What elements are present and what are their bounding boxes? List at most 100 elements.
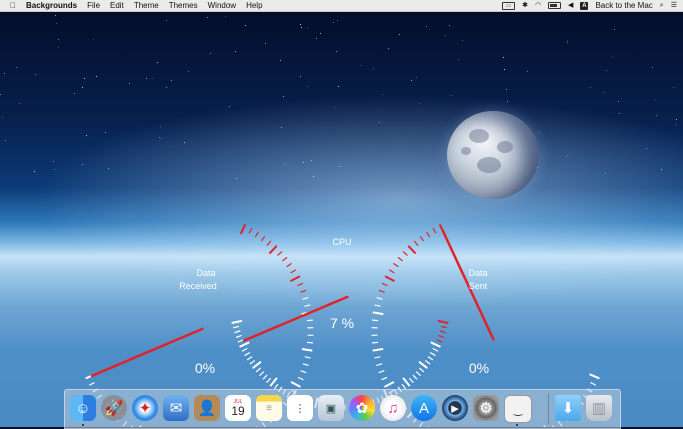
gauge-tick bbox=[256, 232, 259, 236]
gauge-tick bbox=[398, 258, 402, 261]
gauge-tick bbox=[260, 372, 264, 375]
itunes-icon[interactable]: ♫ bbox=[380, 395, 406, 421]
gauge-tick bbox=[305, 305, 310, 306]
gauge-tick bbox=[275, 385, 278, 389]
gauge-tick bbox=[267, 241, 270, 245]
gauge-tick bbox=[431, 353, 435, 356]
gauge-tick bbox=[377, 298, 382, 300]
gauge-tick bbox=[278, 252, 282, 255]
gauge-tick bbox=[232, 321, 241, 323]
gauge-tick bbox=[267, 379, 270, 383]
gauge-tick bbox=[298, 283, 303, 285]
gauge-tick bbox=[590, 375, 598, 379]
gauge-tick bbox=[410, 379, 413, 383]
notes-icon[interactable]: ≡ bbox=[256, 395, 282, 421]
dock-separator bbox=[548, 394, 549, 424]
gauge-tick bbox=[298, 378, 303, 380]
gauge-tick bbox=[415, 241, 418, 245]
gauge-tick bbox=[426, 361, 430, 364]
reminders-icon[interactable]: ⋮ bbox=[287, 395, 313, 421]
calendar-day: 19 bbox=[231, 405, 244, 418]
gauge-tick bbox=[383, 283, 388, 285]
gauge-tick bbox=[377, 364, 382, 365]
photos-icon[interactable]: ✿ bbox=[349, 395, 375, 421]
gauge-tick bbox=[271, 379, 277, 386]
finder-icon[interactable]: ☺ bbox=[70, 395, 96, 421]
gauge-tick bbox=[374, 349, 383, 350]
mail-icon[interactable]: ✉ bbox=[163, 395, 189, 421]
gauge-tick bbox=[303, 349, 312, 350]
backgrounds-app-icon[interactable]: ‿ bbox=[504, 395, 532, 423]
gauge-tick bbox=[270, 246, 276, 253]
gauge-tick bbox=[257, 368, 261, 371]
launchpad-icon[interactable]: 🚀 bbox=[101, 395, 127, 421]
gauge-tick bbox=[402, 385, 405, 389]
gauge-tick bbox=[245, 353, 249, 356]
gauge-tick bbox=[241, 225, 245, 233]
gauge-tick bbox=[420, 368, 424, 371]
gauge-tick bbox=[305, 357, 310, 358]
gauges-widget: Data Received 0% CPU 7 % Data Sent 0% bbox=[0, 0, 683, 427]
gauge-tick bbox=[380, 291, 385, 293]
downloads-folder-icon[interactable]: ⬇ bbox=[555, 395, 581, 421]
gauge-tick bbox=[420, 362, 427, 368]
gauge-tick bbox=[427, 232, 430, 236]
gauge-tick bbox=[403, 252, 407, 255]
gauge-tick bbox=[417, 372, 421, 375]
gauge-tick bbox=[301, 291, 306, 293]
gauge-tick bbox=[301, 371, 306, 373]
trash-icon[interactable]: ▥ bbox=[586, 395, 612, 421]
preview-icon[interactable]: ▣ bbox=[318, 395, 344, 421]
gauge-tick bbox=[235, 331, 240, 333]
gauge-tick bbox=[382, 378, 387, 380]
gauge-tick bbox=[90, 383, 94, 385]
gauge-tick bbox=[238, 340, 243, 342]
gauge-tick bbox=[250, 361, 254, 364]
calendar-icon[interactable]: JUL 19 bbox=[225, 395, 251, 421]
gauge-tick bbox=[421, 237, 424, 241]
gauge-tick bbox=[240, 343, 248, 347]
sent-value: 0% bbox=[469, 360, 489, 376]
received-value: 0% bbox=[195, 360, 215, 376]
gauge-tick bbox=[390, 270, 394, 273]
received-label-line2: Received bbox=[179, 281, 217, 291]
gauge-tick bbox=[373, 342, 378, 343]
gauge-tick bbox=[437, 340, 442, 342]
gauge-tick bbox=[375, 305, 380, 306]
gauge-tick bbox=[283, 258, 287, 261]
gauge-tick bbox=[303, 298, 308, 300]
app-store-icon[interactable]: A bbox=[411, 395, 437, 421]
gauge-tick bbox=[303, 364, 308, 365]
received-label-line1: Data bbox=[196, 268, 215, 278]
gauge-needle bbox=[92, 329, 202, 376]
gauge-tick bbox=[404, 379, 410, 386]
gauge-tick bbox=[433, 229, 435, 233]
gauge-tick bbox=[409, 246, 415, 253]
gauge-tick bbox=[249, 229, 251, 233]
gauge-tick bbox=[432, 343, 440, 347]
cpu-label: CPU bbox=[332, 237, 351, 247]
gauge-tick bbox=[291, 270, 295, 273]
contacts-icon[interactable]: 👤 bbox=[194, 395, 220, 421]
gauge-tick bbox=[375, 357, 380, 358]
quicktime-icon[interactable]: ▸ bbox=[442, 395, 468, 421]
gauge-tick bbox=[263, 375, 267, 379]
gauge-tick bbox=[237, 336, 242, 338]
gauge-tick bbox=[442, 327, 447, 328]
sent-label-line1: Data bbox=[468, 268, 487, 278]
system-preferences-icon[interactable]: ⚙ bbox=[473, 395, 499, 421]
gauge-tick bbox=[287, 264, 291, 267]
gauge-tick bbox=[413, 375, 417, 379]
gauge-tick bbox=[307, 320, 312, 321]
safari-icon[interactable]: ✦ bbox=[132, 395, 158, 421]
gauge-tick bbox=[428, 357, 432, 360]
gauge-tick bbox=[248, 357, 252, 360]
dock: ☺ 🚀 ✦ ✉ 👤 JUL 19 ≡ ⋮ ▣ ✿ ♫ A ▸ ⚙ ‿ ⬇ ▥ bbox=[64, 389, 621, 429]
gauge-tick bbox=[374, 313, 383, 315]
gauge-tick bbox=[292, 382, 300, 386]
gauge-tick bbox=[386, 277, 394, 281]
gauge-tick bbox=[234, 327, 239, 328]
gauge-tick bbox=[308, 342, 313, 343]
gauge-tick bbox=[433, 349, 437, 351]
gauge-tick bbox=[243, 349, 247, 351]
